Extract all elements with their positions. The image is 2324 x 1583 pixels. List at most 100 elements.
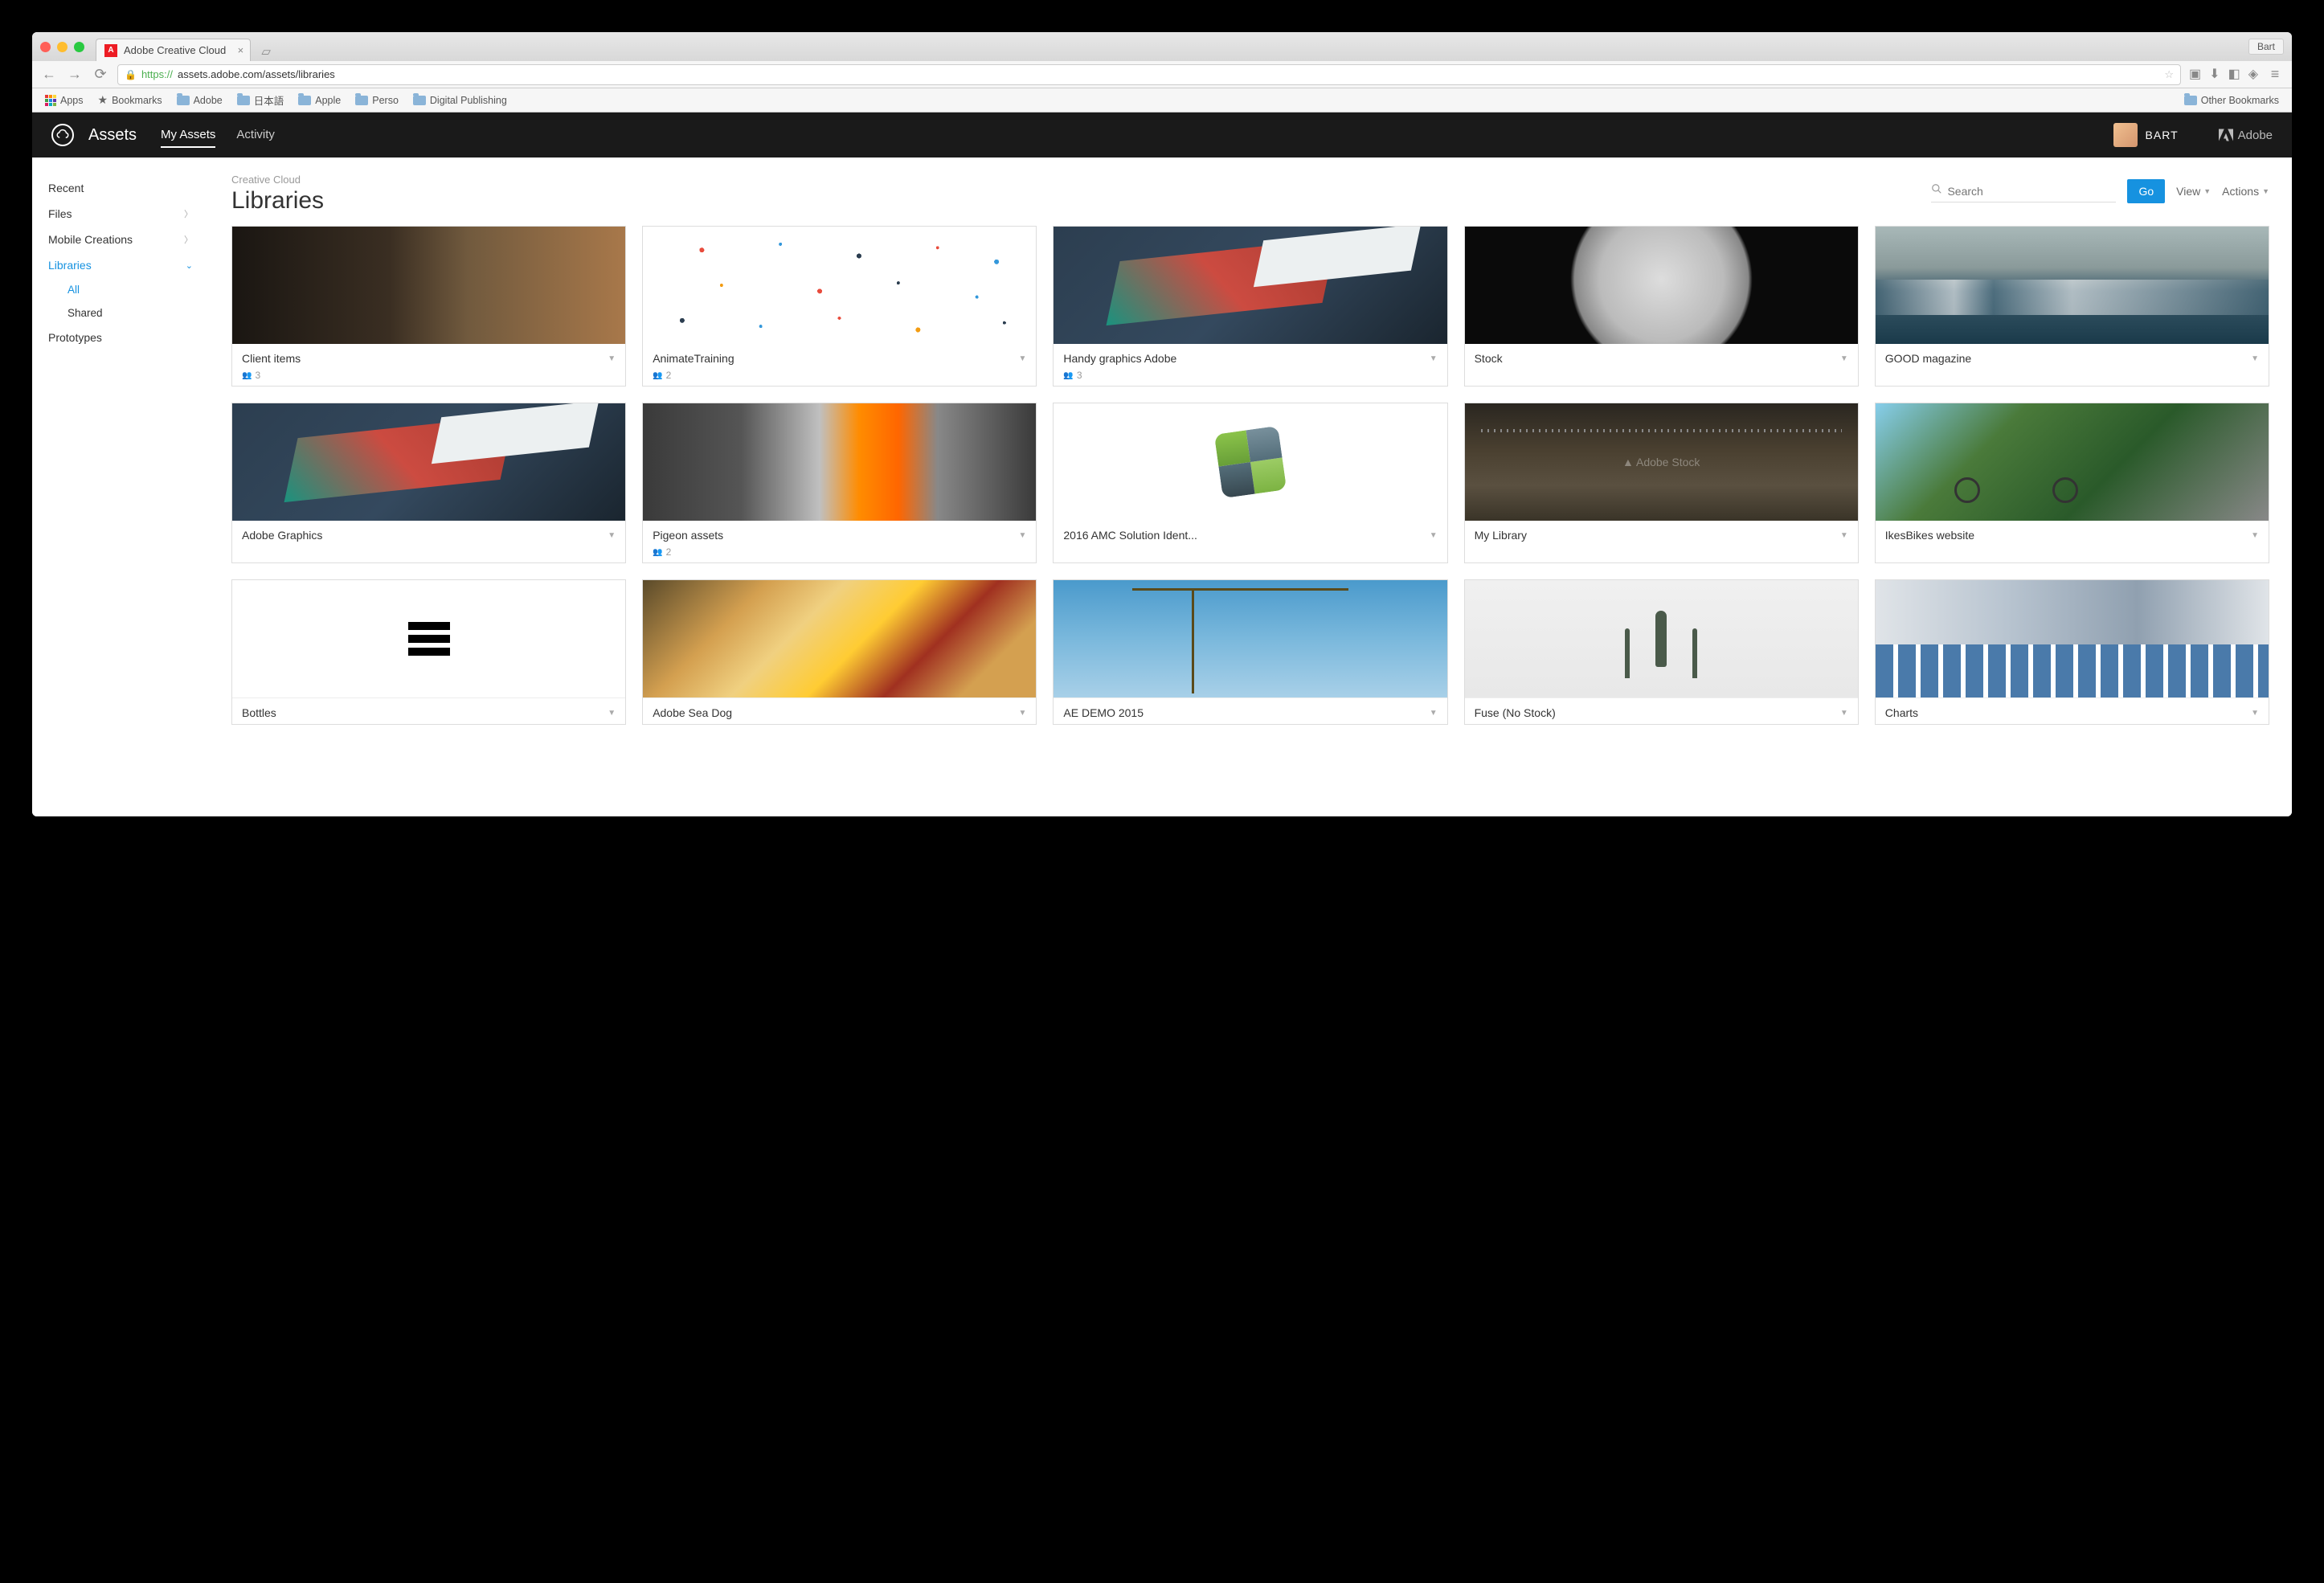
library-card[interactable]: Fuse (No Stock) ▼ [1464, 579, 1859, 725]
library-card[interactable]: AE DEMO 2015 ▼ [1053, 579, 1447, 725]
card-menu-icon[interactable]: ▼ [608, 531, 616, 540]
card-thumbnail [643, 227, 1036, 344]
download-icon[interactable]: ⬇ [2209, 66, 2220, 83]
library-card[interactable]: 2016 AMC Solution Ident... ▼ [1053, 403, 1447, 563]
sidebar-sub-shared[interactable]: Shared [32, 301, 209, 325]
card-member-count: 👥2 [653, 370, 1026, 381]
bookmark-folder[interactable]: Digital Publishing [408, 92, 512, 108]
reader-icon[interactable]: ◈ [2248, 66, 2258, 83]
chevron-down-icon: ⌄ [186, 260, 193, 271]
library-card[interactable]: Adobe Sea Dog ▼ [642, 579, 1037, 725]
card-menu-icon[interactable]: ▼ [1018, 531, 1026, 540]
sidebar-item-recent[interactable]: Recent [32, 175, 209, 201]
apps-grid-icon [45, 95, 56, 106]
library-card[interactable]: Charts ▼ [1875, 579, 2269, 725]
user-menu[interactable]: BART [2113, 123, 2179, 147]
library-grid: Client items ▼ 👥3 AnimateTraining ▼ 👥2 H… [231, 226, 2269, 725]
library-card[interactable]: Handy graphics Adobe ▼ 👥3 [1053, 226, 1447, 387]
bookmark-folder[interactable]: 日本語 [232, 90, 289, 110]
bookmarks-button[interactable]: ★ Bookmarks [93, 91, 167, 109]
chrome-profile-button[interactable]: Bart [2248, 39, 2284, 55]
menu-icon[interactable]: ≡ [2266, 66, 2284, 83]
card-menu-icon[interactable]: ▼ [1840, 531, 1848, 540]
browser-toolbar: ← → ⟳ 🔒 https://assets.adobe.com/assets/… [32, 61, 2292, 88]
window-maximize-button[interactable] [74, 42, 84, 52]
sidebar-item-files[interactable]: Files〉 [32, 201, 209, 227]
people-icon: 👥 [1063, 371, 1073, 380]
card-member-count: 👥3 [242, 370, 616, 381]
library-card[interactable]: Pigeon assets ▼ 👥2 [642, 403, 1037, 563]
other-bookmarks[interactable]: Other Bookmarks [2179, 92, 2284, 108]
card-title: IkesBikes website [1885, 529, 1974, 542]
library-card[interactable]: My Library ▼ [1464, 403, 1859, 563]
folder-icon [355, 96, 368, 105]
card-menu-icon[interactable]: ▼ [2251, 354, 2259, 363]
window-close-button[interactable] [40, 42, 51, 52]
card-thumbnail [643, 580, 1036, 697]
card-thumbnail [1876, 227, 2269, 344]
card-thumbnail [1876, 580, 2269, 697]
bookmark-folder[interactable]: Apple [293, 92, 346, 108]
favicon-icon: A [104, 44, 117, 57]
library-card[interactable]: Adobe Graphics ▼ [231, 403, 626, 563]
library-card[interactable]: AnimateTraining ▼ 👥2 [642, 226, 1037, 387]
creative-cloud-logo-icon[interactable] [51, 124, 74, 146]
sidebar-item-libraries[interactable]: Libraries⌄ [32, 252, 209, 278]
content-area: Creative Cloud Libraries Go View▼ Action… [209, 157, 2292, 816]
extension-icon[interactable]: ◧ [2228, 66, 2240, 83]
back-button[interactable]: ← [40, 66, 58, 83]
tab-close-icon[interactable]: × [238, 44, 244, 56]
bookmark-star-icon[interactable]: ☆ [2164, 68, 2174, 81]
search-input[interactable] [1947, 185, 2116, 198]
card-menu-icon[interactable]: ▼ [2251, 531, 2259, 540]
forward-button[interactable]: → [66, 66, 84, 83]
go-button[interactable]: Go [2127, 179, 2165, 203]
card-menu-icon[interactable]: ▼ [1430, 709, 1438, 718]
chevron-down-icon: ▼ [2203, 187, 2211, 195]
library-card[interactable]: Bottles ▼ [231, 579, 626, 725]
view-dropdown[interactable]: View▼ [2176, 185, 2211, 198]
reload-button[interactable]: ⟳ [92, 66, 109, 83]
library-card[interactable]: GOOD magazine ▼ [1875, 226, 2269, 387]
card-menu-icon[interactable]: ▼ [1840, 709, 1848, 718]
card-menu-icon[interactable]: ▼ [608, 354, 616, 363]
sidebar-sub-all[interactable]: All [32, 278, 209, 301]
chevron-down-icon: ▼ [2262, 187, 2269, 195]
card-menu-icon[interactable]: ▼ [2251, 709, 2259, 718]
card-title: Pigeon assets [653, 529, 723, 542]
folder-icon [2184, 96, 2197, 105]
folder-icon [413, 96, 426, 105]
browser-tab[interactable]: A Adobe Creative Cloud × [96, 39, 251, 61]
bookmark-folder[interactable]: Adobe [172, 92, 227, 108]
nav-my-assets[interactable]: My Assets [161, 123, 215, 148]
window-minimize-button[interactable] [57, 42, 68, 52]
bookmark-folder[interactable]: Perso [350, 92, 403, 108]
library-card[interactable]: IkesBikes website ▼ [1875, 403, 2269, 563]
cast-icon[interactable]: ▣ [2189, 66, 2201, 83]
chevron-right-icon: 〉 [184, 233, 193, 246]
sidebar-item-mobile-creations[interactable]: Mobile Creations〉 [32, 227, 209, 252]
card-menu-icon[interactable]: ▼ [1018, 709, 1026, 718]
card-title: Adobe Graphics [242, 529, 322, 542]
card-title: Fuse (No Stock) [1475, 706, 1556, 719]
card-title: GOOD magazine [1885, 352, 1971, 365]
people-icon: 👥 [653, 548, 662, 557]
library-card[interactable]: Client items ▼ 👥3 [231, 226, 626, 387]
card-title: 2016 AMC Solution Ident... [1063, 529, 1197, 542]
library-card[interactable]: Stock ▼ [1464, 226, 1859, 387]
card-thumbnail [232, 227, 625, 344]
card-menu-icon[interactable]: ▼ [1018, 354, 1026, 363]
card-title: My Library [1475, 529, 1527, 542]
nav-activity[interactable]: Activity [236, 123, 275, 148]
card-menu-icon[interactable]: ▼ [1840, 354, 1848, 363]
address-bar[interactable]: 🔒 https://assets.adobe.com/assets/librar… [117, 64, 2181, 85]
card-menu-icon[interactable]: ▼ [1430, 531, 1438, 540]
actions-dropdown[interactable]: Actions▼ [2222, 185, 2269, 198]
new-tab-button[interactable]: ▱ [256, 42, 276, 61]
apps-button[interactable]: Apps [40, 92, 88, 108]
adobe-logo[interactable]: Adobe [2219, 129, 2273, 142]
card-menu-icon[interactable]: ▼ [1430, 354, 1438, 363]
sidebar-item-prototypes[interactable]: Prototypes [32, 325, 209, 350]
search-field[interactable] [1931, 180, 2116, 202]
card-menu-icon[interactable]: ▼ [608, 709, 616, 718]
